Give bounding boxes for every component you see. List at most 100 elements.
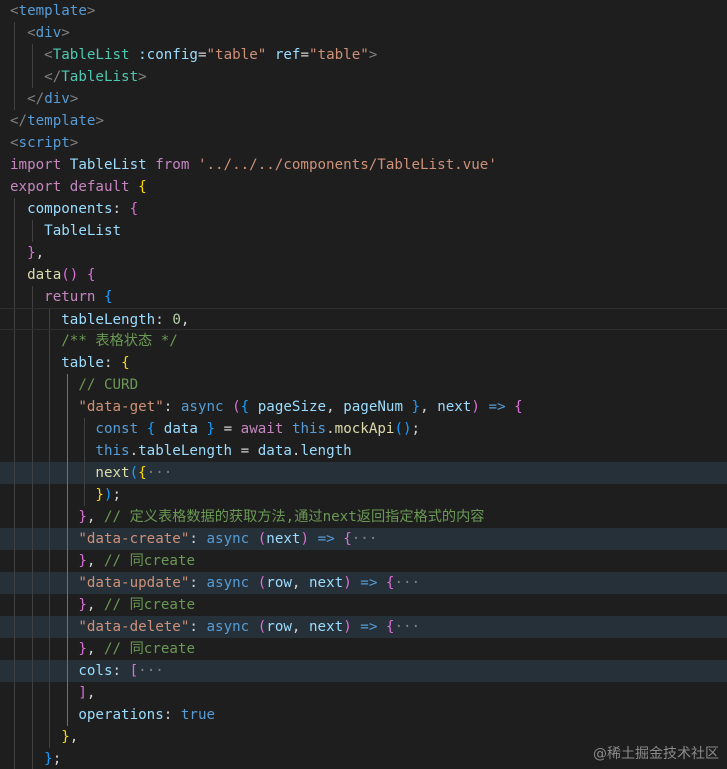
code-token: components xyxy=(27,201,113,217)
code-line[interactable]: export default { xyxy=(0,176,727,198)
code-token: ) xyxy=(300,531,310,547)
code-line[interactable]: }, // 定义表格数据的获取方法,通过next返回指定格式的内容 xyxy=(0,506,727,528)
code-token: ref xyxy=(274,47,301,63)
code-token: } xyxy=(61,729,70,745)
indent-guide xyxy=(49,616,50,638)
code-token: TableList xyxy=(52,47,130,63)
indent-guide xyxy=(31,309,33,329)
indent-guide xyxy=(31,418,33,440)
indent-guide xyxy=(49,506,50,528)
code-line[interactable]: /** 表格状态 */ xyxy=(0,330,727,352)
code-token: data xyxy=(27,267,62,283)
code-line[interactable]: table: { xyxy=(0,352,727,374)
code-editor[interactable]: <template> <div> <TableList :config="tab… xyxy=(0,0,727,769)
indent-guide xyxy=(49,528,50,550)
indent-guide xyxy=(14,286,15,308)
code-line[interactable]: <TableList :config="table" ref="table"> xyxy=(0,44,727,66)
code-line[interactable]: › "data-create": async (next) => {··· xyxy=(0,528,727,550)
code-token: "table" xyxy=(206,47,267,63)
fold-chevron-icon[interactable]: › xyxy=(0,535,4,544)
indent-guide xyxy=(14,66,15,88)
indent-guide xyxy=(66,418,68,440)
code-token: ; xyxy=(52,751,62,767)
code-token: . xyxy=(129,443,139,459)
code-line[interactable]: }, // 同create xyxy=(0,638,727,660)
indent-guide xyxy=(66,396,68,418)
code-token: { xyxy=(146,421,156,437)
code-line[interactable]: </TableList> xyxy=(0,66,727,88)
indent-guide xyxy=(14,462,15,484)
code-token: < xyxy=(10,3,19,19)
code-line[interactable]: // CURD xyxy=(0,374,727,396)
code-token: , xyxy=(326,399,344,415)
indent-guide xyxy=(84,440,85,462)
code-token: this xyxy=(291,421,327,437)
code-line[interactable]: }, // 同create xyxy=(0,550,727,572)
code-line[interactable]: </template> xyxy=(0,110,727,132)
code-line[interactable]: tableLength: 0, xyxy=(0,308,727,330)
code-token: default xyxy=(69,179,130,195)
indent-guide xyxy=(14,638,15,660)
code-line[interactable]: › cols: [··· xyxy=(0,660,727,682)
code-token: pageNum xyxy=(343,399,403,415)
code-token: } xyxy=(206,421,216,437)
fold-chevron-icon[interactable]: › xyxy=(0,469,4,478)
code-token: // 同create xyxy=(103,597,196,613)
fold-chevron-icon[interactable]: › xyxy=(0,579,4,588)
code-line[interactable]: data() { xyxy=(0,264,727,286)
code-line[interactable]: "data-get": async ({ pageSize, pageNum }… xyxy=(0,396,727,418)
indent-guide xyxy=(49,374,50,396)
indent-guide xyxy=(49,638,50,660)
code-token: length xyxy=(300,443,352,459)
code-line[interactable]: }, // 同create xyxy=(0,594,727,616)
code-line[interactable]: <script> xyxy=(0,132,727,154)
code-token: async xyxy=(180,399,224,415)
code-line[interactable]: import TableList from '../../../componen… xyxy=(0,154,727,176)
code-line[interactable]: }); xyxy=(0,484,727,506)
code-line[interactable]: › "data-update": async (row, next) => {·… xyxy=(0,572,727,594)
code-token: } xyxy=(95,487,104,503)
code-token: template xyxy=(27,113,96,129)
indent-guide xyxy=(14,572,15,594)
code-line[interactable]: TableList xyxy=(0,220,727,242)
indent-guide xyxy=(14,374,15,396)
code-token: { xyxy=(138,465,147,481)
code-line[interactable]: components: { xyxy=(0,198,727,220)
code-token: : xyxy=(163,707,181,723)
code-line[interactable]: </div> xyxy=(0,88,727,110)
fold-chevron-icon[interactable]: › xyxy=(0,667,4,676)
code-token: '../../../components/TableList.vue' xyxy=(197,157,497,173)
code-line[interactable]: return { xyxy=(0,286,727,308)
code-line[interactable]: <div> xyxy=(0,22,727,44)
code-line[interactable]: }, xyxy=(0,242,727,264)
code-token: [ xyxy=(129,663,139,679)
code-line[interactable]: ], xyxy=(0,682,727,704)
fold-chevron-icon[interactable]: › xyxy=(0,623,4,632)
code-line[interactable]: const { data } = await this.mockApi(); xyxy=(0,418,727,440)
code-line[interactable]: operations: true xyxy=(0,704,727,726)
code-token: tableLength xyxy=(61,312,156,328)
code-token: : xyxy=(112,663,130,679)
code-token: { xyxy=(343,531,352,547)
code-token: { xyxy=(129,201,139,217)
code-line[interactable]: <template> xyxy=(0,0,727,22)
code-line[interactable]: › next({··· xyxy=(0,462,727,484)
code-line[interactable]: › "data-delete": async (row, next) => {·… xyxy=(0,616,727,638)
code-line[interactable]: this.tableLength = data.length xyxy=(0,440,727,462)
code-token: , xyxy=(420,399,438,415)
